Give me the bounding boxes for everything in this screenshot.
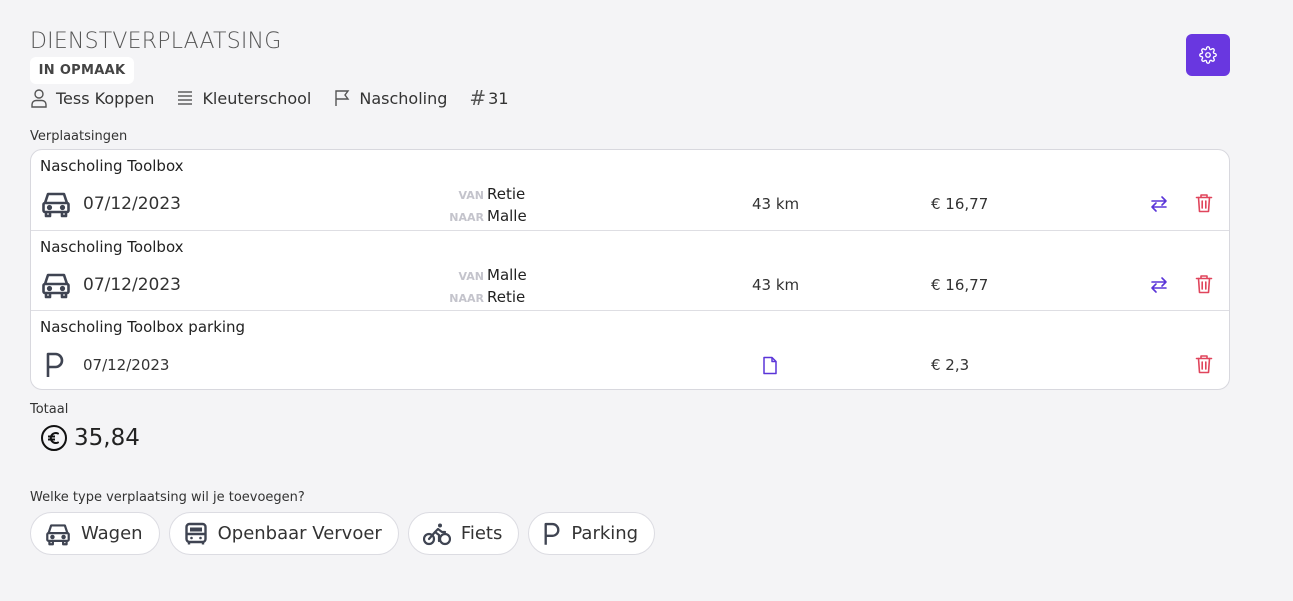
- from-label: VAN: [458, 270, 485, 283]
- bus-icon: [184, 522, 207, 544]
- trip-amount: € 2,3: [931, 356, 970, 374]
- add-public-transport-button[interactable]: Openbaar Vervoer: [168, 512, 399, 555]
- status-badge: IN OPMAAK: [30, 57, 134, 84]
- trash-icon[interactable]: [1195, 274, 1213, 294]
- trip-route: VAN Retie NAAR Malle: [447, 184, 527, 228]
- add-type-prompt: Welke type verplaatsing wil je toevoegen…: [30, 490, 305, 505]
- euro-circle-icon: [41, 425, 67, 451]
- category-name: Nascholing: [359, 88, 448, 108]
- meta-id: # 31: [469, 86, 508, 110]
- settings-button[interactable]: [1186, 34, 1230, 76]
- from-location: Malle: [487, 266, 527, 284]
- total-label: Totaal: [30, 402, 69, 417]
- trip-amount: € 16,77: [931, 276, 989, 294]
- trip-date: 07/12/2023: [83, 275, 181, 295]
- trip-title: Nascholing Toolbox parking: [40, 318, 246, 336]
- parking-icon: [46, 352, 64, 377]
- swap-direction-icon[interactable]: [1149, 275, 1169, 295]
- school-name: Kleuterschool: [202, 88, 312, 108]
- car-icon: [42, 192, 70, 218]
- add-car-button[interactable]: Wagen: [30, 512, 160, 555]
- parking-icon: [544, 522, 560, 545]
- trash-icon[interactable]: [1195, 354, 1213, 374]
- total-value: 35,84: [74, 425, 140, 451]
- trip-date: 07/12/2023: [83, 194, 181, 214]
- trip-date: 07/12/2023: [83, 356, 170, 374]
- total-amount: 35,84: [40, 424, 140, 452]
- trip-row[interactable]: Nascholing Toolbox 07/12/2023 VAN Retie …: [31, 150, 1229, 230]
- trips-label: Verplaatsingen: [30, 129, 128, 144]
- document-icon[interactable]: [762, 356, 778, 375]
- add-car-label: Wagen: [81, 523, 143, 544]
- car-icon: [42, 273, 70, 299]
- to-label: NAAR: [449, 292, 484, 305]
- trips-list: Nascholing Toolbox 07/12/2023 VAN Retie …: [30, 149, 1230, 390]
- trip-distance: 43 km: [752, 276, 800, 294]
- trip-title: Nascholing Toolbox: [40, 238, 184, 256]
- record-id: 31: [488, 88, 509, 108]
- trip-amount: € 16,77: [931, 195, 989, 213]
- trip-row[interactable]: Nascholing Toolbox parking 07/12/2023 € …: [31, 310, 1229, 389]
- to-label: NAAR: [449, 211, 484, 224]
- car-icon: [46, 523, 70, 545]
- trip-title: Nascholing Toolbox: [40, 157, 184, 175]
- add-parking-label: Parking: [571, 523, 639, 544]
- meta-bar: Tess Koppen Kleuterschool Nascholing # 3…: [30, 86, 509, 110]
- hash-icon: #: [469, 86, 487, 110]
- trash-icon[interactable]: [1195, 193, 1213, 213]
- trip-row[interactable]: Nascholing Toolbox 07/12/2023 VAN Malle …: [31, 230, 1229, 310]
- add-bike-button[interactable]: Fiets: [407, 512, 520, 555]
- add-bike-label: Fiets: [460, 523, 503, 544]
- flag-icon: [335, 90, 350, 106]
- from-label: VAN: [458, 189, 485, 202]
- meta-school: Kleuterschool: [176, 89, 311, 108]
- person-name: Tess Koppen: [56, 88, 155, 108]
- to-location: Retie: [487, 288, 526, 306]
- building-icon: [178, 91, 193, 105]
- page-title: DIENSTVERPLAATSING: [30, 29, 282, 54]
- bicycle-icon: [422, 523, 451, 545]
- trip-route: VAN Malle NAAR Retie: [447, 265, 527, 309]
- from-location: Retie: [487, 185, 526, 203]
- add-parking-button[interactable]: Parking: [528, 512, 656, 555]
- gear-icon: [1199, 46, 1217, 64]
- add-public-transport-label: Openbaar Vervoer: [217, 523, 382, 544]
- swap-direction-icon[interactable]: [1149, 194, 1169, 214]
- meta-category: Nascholing: [333, 89, 447, 108]
- meta-person: Tess Koppen: [30, 88, 154, 108]
- user-icon: [31, 89, 47, 108]
- trip-distance: 43 km: [752, 195, 800, 213]
- add-type-options: Wagen Openbaar Vervoer Fiets Parking: [30, 512, 664, 555]
- to-location: Malle: [487, 207, 527, 225]
